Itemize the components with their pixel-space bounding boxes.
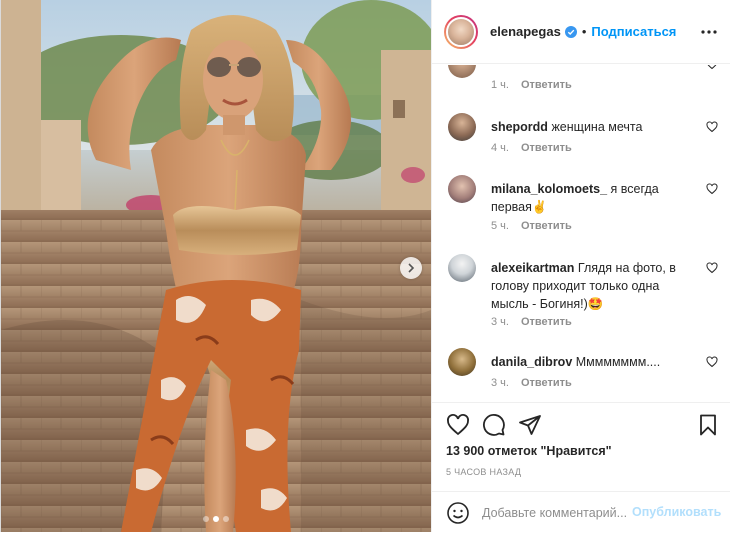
comment-like-button[interactable] bbox=[706, 183, 718, 195]
share-button[interactable] bbox=[518, 413, 542, 437]
comment-reply-button[interactable]: Ответить bbox=[521, 142, 572, 154]
comment-reply-button[interactable]: Ответить bbox=[521, 79, 572, 91]
post-header: elenapegas • Подписаться bbox=[432, 0, 730, 64]
heart-outline-icon bbox=[706, 121, 718, 133]
emoji-button[interactable] bbox=[446, 501, 470, 525]
publish-button[interactable]: Опубликовать bbox=[632, 505, 721, 519]
smiley-icon bbox=[447, 502, 469, 524]
carousel-dots bbox=[1, 516, 431, 522]
comment-text: shepordd женщина мечта bbox=[491, 118, 691, 136]
more-options-button[interactable] bbox=[699, 22, 719, 42]
comment-body: Мммммммм.... bbox=[575, 355, 661, 369]
post-time[interactable]: 5 часов назад bbox=[446, 467, 521, 477]
comment-avatar[interactable] bbox=[448, 254, 476, 282]
carousel-dot bbox=[223, 516, 229, 522]
post-side-panel: elenapegas • Подписаться 1 ч. Ответить s… bbox=[431, 0, 730, 532]
comment-time[interactable]: 1 ч. bbox=[491, 79, 509, 91]
comment-reply-button[interactable]: Ответить bbox=[521, 220, 572, 232]
comment-like-button[interactable] bbox=[706, 121, 718, 133]
add-comment-form: Опубликовать bbox=[432, 491, 730, 533]
comment-reply-button[interactable]: Ответить bbox=[521, 377, 572, 389]
carousel-next-button[interactable] bbox=[400, 257, 422, 279]
carousel-dot-active bbox=[213, 516, 219, 522]
comment-username[interactable]: danila_dibrov bbox=[491, 355, 572, 369]
photo-illustration bbox=[1, 0, 431, 532]
comment-meta: 1 ч. Ответить bbox=[491, 79, 572, 91]
comment-time[interactable]: 3 ч. bbox=[491, 377, 509, 389]
comment-avatar[interactable] bbox=[448, 65, 476, 78]
follow-button[interactable]: Подписаться bbox=[591, 24, 676, 39]
heart-outline-icon bbox=[706, 356, 718, 368]
chevron-right-icon bbox=[408, 263, 415, 273]
header-separator: • bbox=[581, 24, 587, 39]
likes-count[interactable]: 13 900 отметок "Нравится" bbox=[446, 444, 612, 458]
comment-meta: 5 ч. Ответить bbox=[491, 220, 572, 232]
comments-list[interactable]: 1 ч. Ответить shepordd женщина мечта 4 ч… bbox=[432, 65, 730, 402]
more-horizontal-icon bbox=[701, 30, 717, 34]
speech-bubble-icon bbox=[483, 414, 505, 436]
comment-meta: 4 ч. Ответить bbox=[491, 142, 572, 154]
comment-meta: 3 ч. Ответить bbox=[491, 316, 572, 328]
heart-outline-icon bbox=[707, 65, 717, 70]
comment-avatar[interactable] bbox=[448, 113, 476, 141]
comment-text: danila_dibrov Мммммммм.... bbox=[491, 353, 691, 371]
comment-text: milana_kolomoets_ я всегда первая✌️ bbox=[491, 180, 691, 216]
comment-text: alexeikartman Глядя на фото, в голову пр… bbox=[491, 259, 691, 313]
heart-outline-icon bbox=[447, 414, 469, 436]
comment-time[interactable]: 3 ч. bbox=[491, 316, 509, 328]
instagram-post: elenapegas • Подписаться 1 ч. Ответить s… bbox=[0, 0, 730, 532]
comment-like-button[interactable] bbox=[706, 65, 718, 70]
post-actions: 13 900 отметок "Нравится" 5 часов назад … bbox=[432, 402, 730, 532]
bookmark-icon bbox=[700, 414, 716, 436]
comment-button[interactable] bbox=[482, 413, 506, 437]
left-border bbox=[0, 0, 1, 532]
heart-outline-icon bbox=[706, 262, 718, 274]
comment-time[interactable]: 4 ч. bbox=[491, 142, 509, 154]
paper-plane-icon bbox=[519, 415, 541, 435]
save-button[interactable] bbox=[696, 413, 720, 437]
comment-reply-button[interactable]: Ответить bbox=[521, 316, 572, 328]
comment-avatar[interactable] bbox=[448, 348, 476, 376]
comment-like-button[interactable] bbox=[706, 356, 718, 368]
comment-like-button[interactable] bbox=[706, 262, 718, 274]
heart-outline-icon bbox=[706, 183, 718, 195]
verified-badge-icon bbox=[564, 25, 577, 38]
author-avatar[interactable] bbox=[444, 14, 478, 49]
comment-avatar[interactable] bbox=[448, 175, 476, 203]
comment-username[interactable]: milana_kolomoets_ bbox=[491, 182, 607, 196]
comment-meta: 3 ч. Ответить bbox=[491, 377, 572, 389]
like-button[interactable] bbox=[446, 413, 470, 437]
post-photo[interactable] bbox=[1, 0, 431, 532]
comment-username[interactable]: alexeikartman bbox=[491, 261, 574, 275]
author-username[interactable]: elenapegas bbox=[490, 24, 561, 39]
comment-time[interactable]: 5 ч. bbox=[491, 220, 509, 232]
comment-username[interactable]: shepordd bbox=[491, 120, 548, 134]
comment-input[interactable] bbox=[482, 503, 632, 523]
comment-body: женщина мечта bbox=[551, 120, 643, 134]
carousel-dot bbox=[203, 516, 209, 522]
